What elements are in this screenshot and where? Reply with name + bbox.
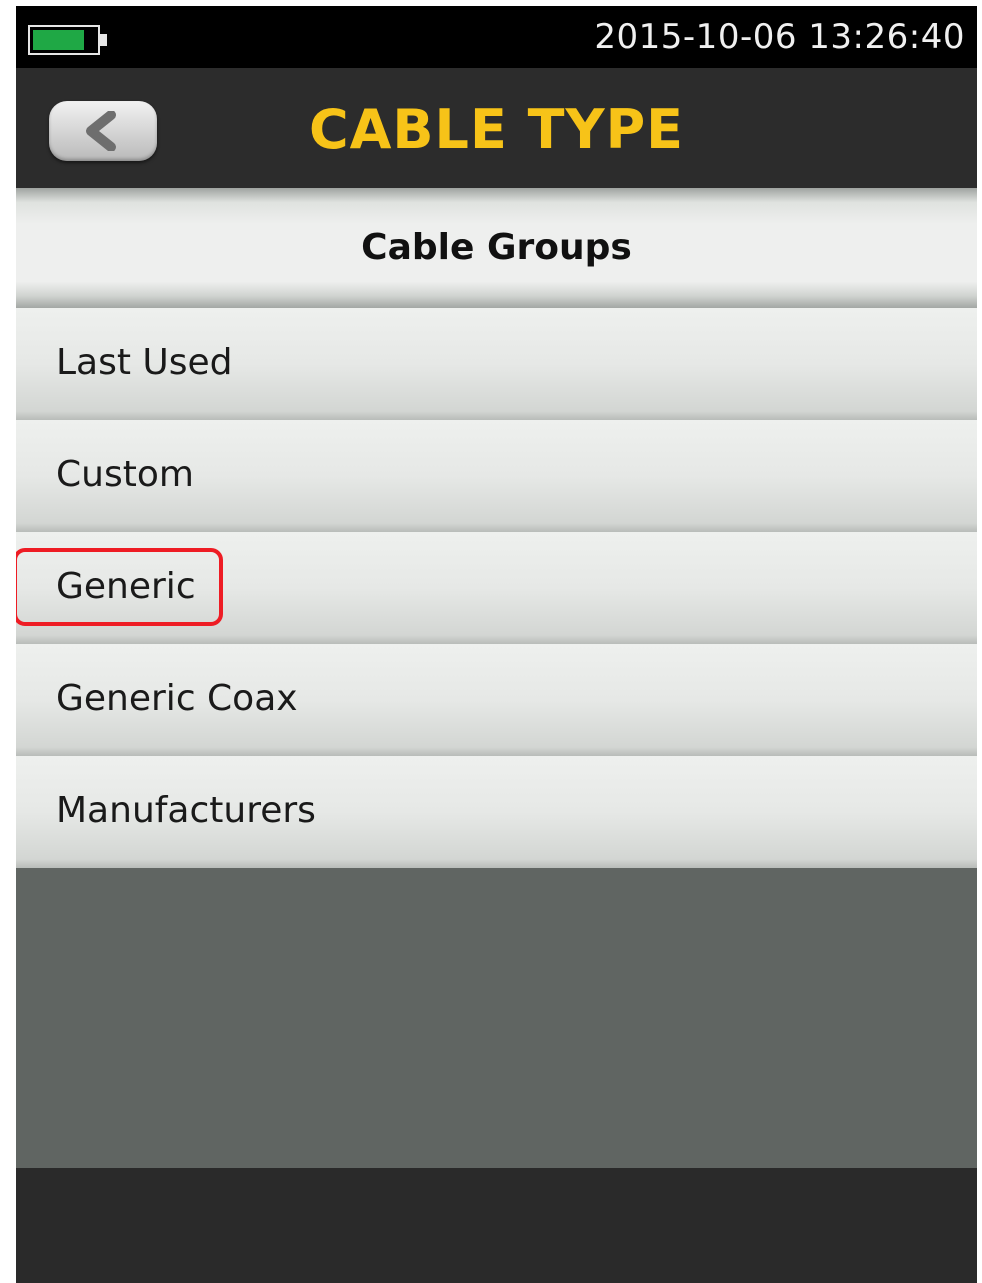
section-header: Cable Groups [16, 188, 977, 308]
list-item-label: Custom [56, 454, 194, 495]
list-item-label: Last Used [56, 342, 233, 383]
battery-tip [100, 34, 107, 46]
list-item-label: Manufacturers [56, 790, 316, 831]
list-item-label: Generic [56, 566, 196, 607]
list-item-manufacturers[interactable]: Manufacturers [16, 756, 977, 868]
empty-list-area [16, 868, 977, 1168]
status-bar: 2015-10-06 13:26:40 [16, 6, 977, 68]
cable-group-list: Last Used Custom Generic Generic Coax Ma… [16, 308, 977, 868]
device-screen: 2015-10-06 13:26:40 CABLE TYPE Cable Gro… [16, 6, 977, 1283]
list-item-generic[interactable]: Generic [16, 532, 977, 644]
list-item-label: Generic Coax [56, 678, 298, 719]
list-item-custom[interactable]: Custom [16, 420, 977, 532]
title-bar: CABLE TYPE [16, 68, 977, 188]
bottom-bar [16, 1168, 977, 1283]
section-title: Cable Groups [361, 227, 632, 268]
battery-icon [28, 25, 107, 55]
list-item-generic-coax[interactable]: Generic Coax [16, 644, 977, 756]
page-title: CABLE TYPE [308, 98, 685, 161]
list-item-last-used[interactable]: Last Used [16, 308, 977, 420]
battery-level-fill [33, 30, 84, 50]
status-datetime: 2015-10-06 13:26:40 [594, 17, 965, 57]
